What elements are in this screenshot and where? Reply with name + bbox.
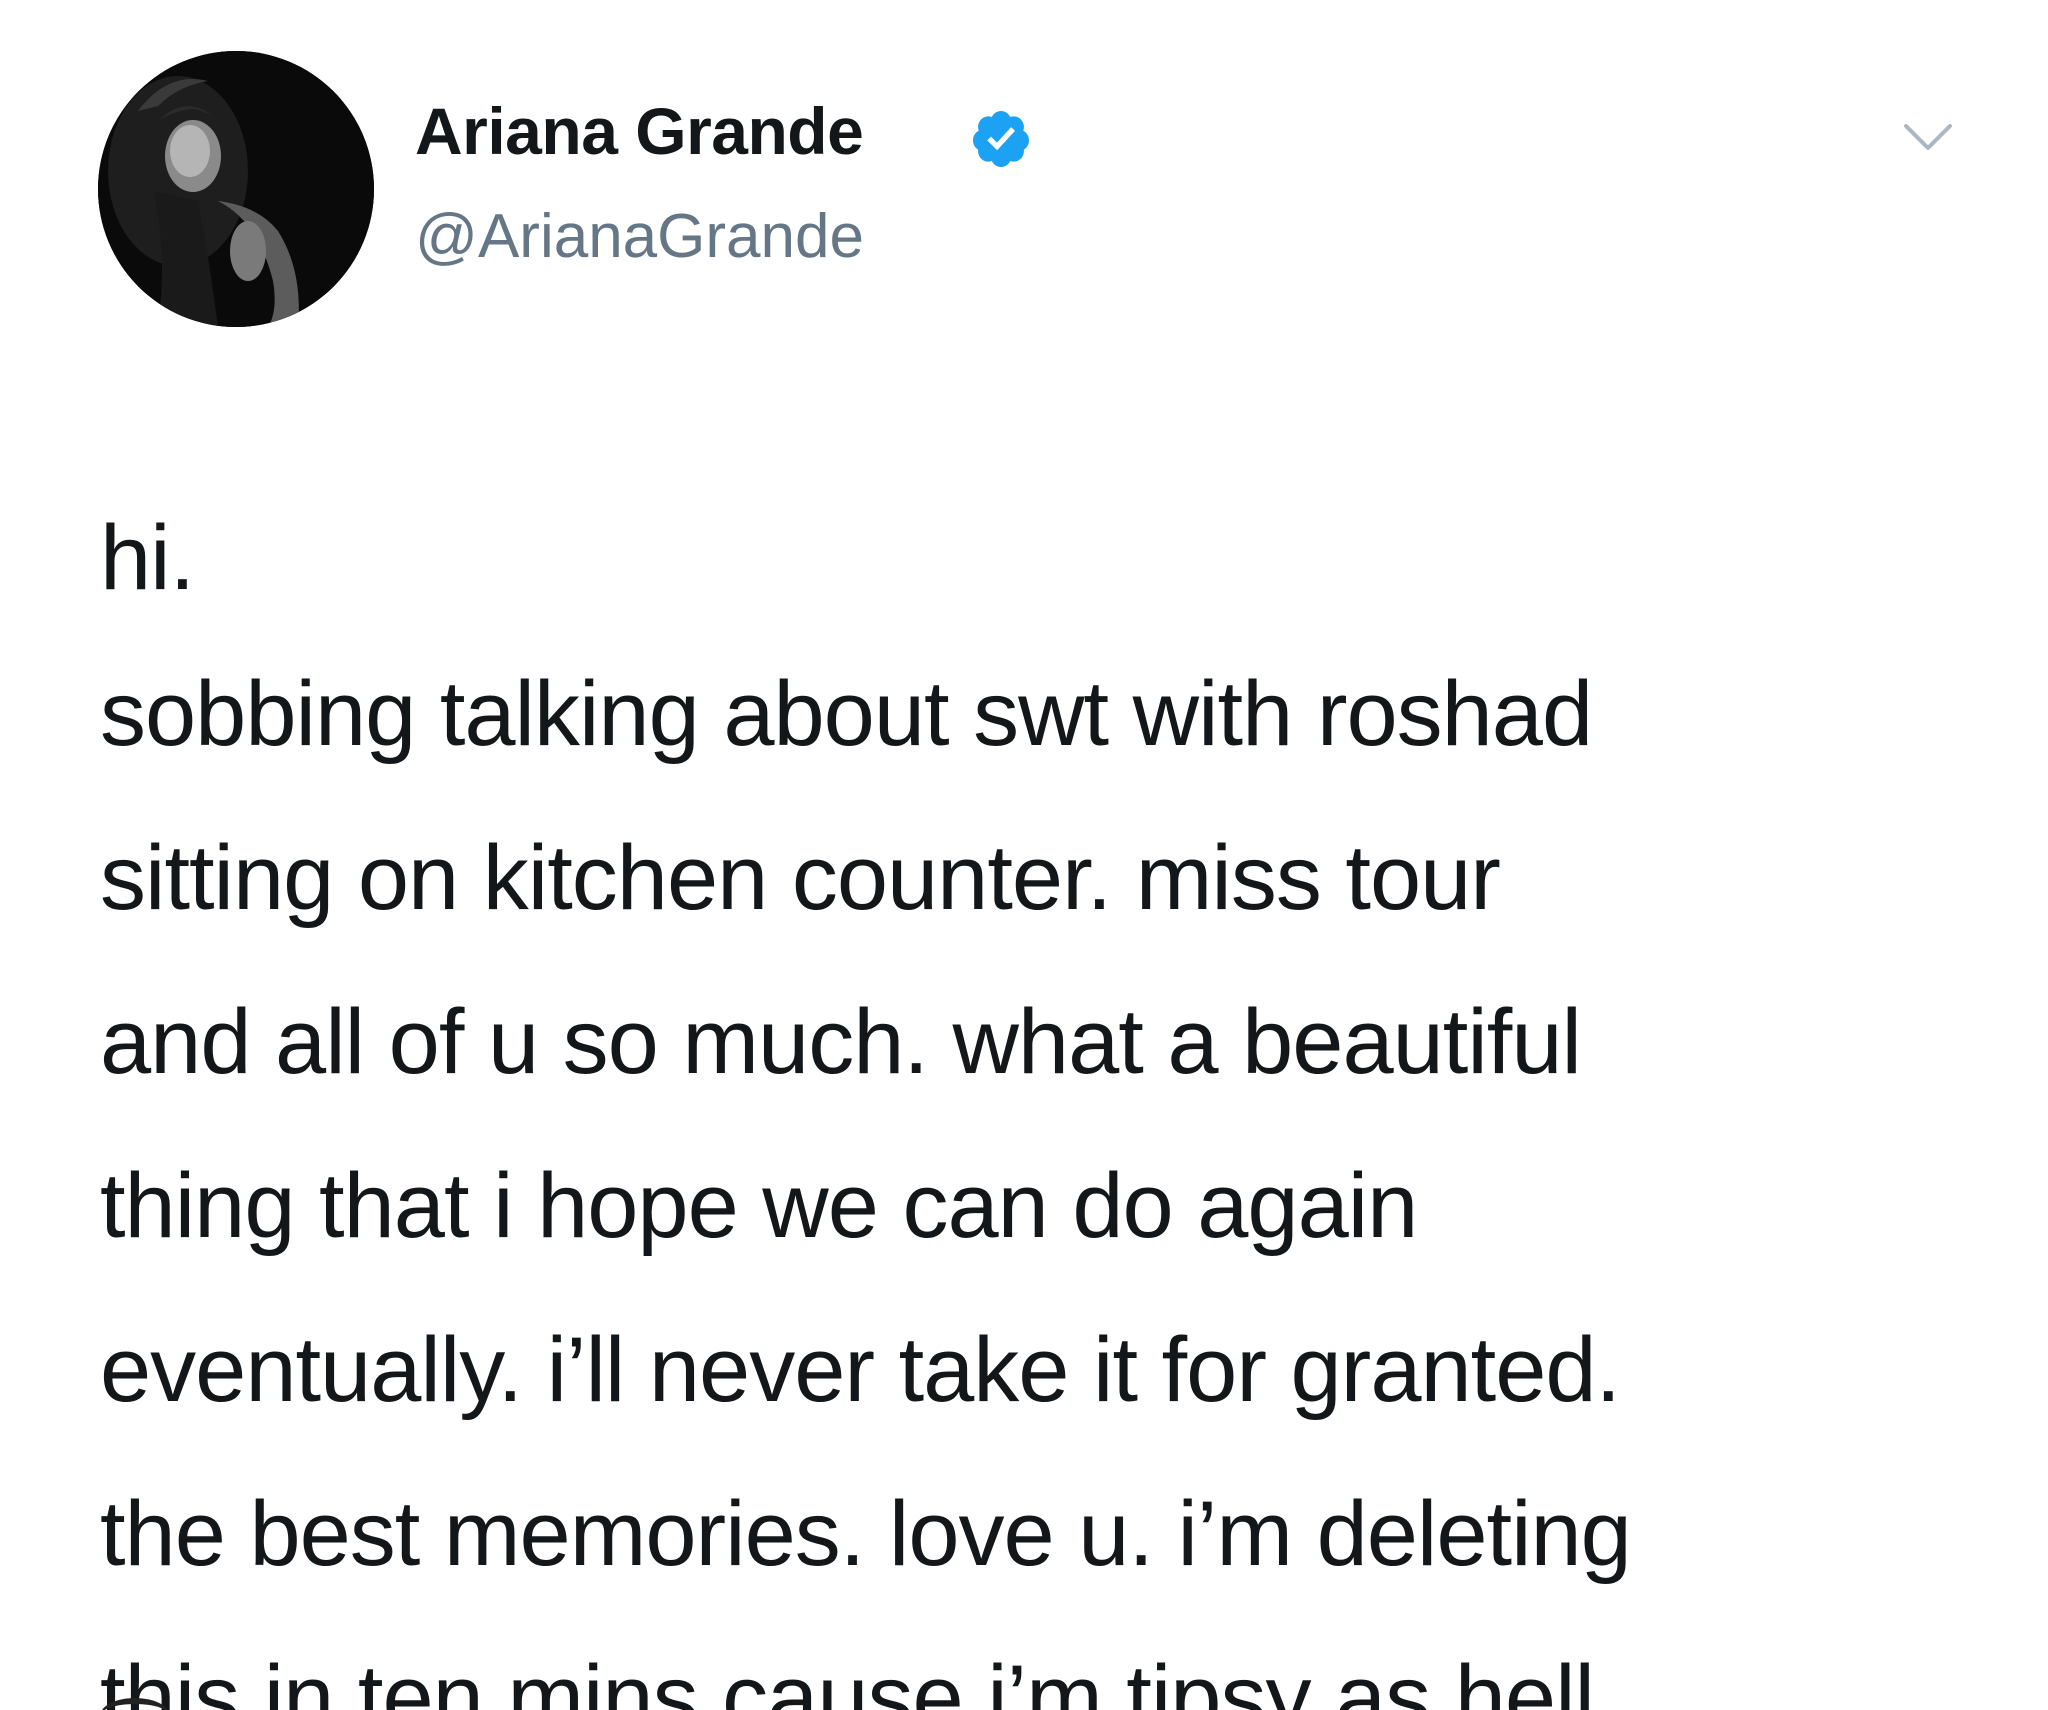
tweet-text-line: hi. bbox=[100, 507, 195, 609]
display-name[interactable]: Ariana Grande bbox=[415, 98, 864, 164]
tweet-text-line: this in ten mins cause i’m tipsy as hell… bbox=[100, 1647, 1620, 1710]
tweet-text: hi. sobbing talking about swt with rosha… bbox=[100, 476, 2000, 1710]
tweet-text-line: sobbing talking about swt with roshad bbox=[100, 663, 1593, 765]
chevron-down-icon[interactable] bbox=[1900, 118, 1956, 158]
verified-badge-icon bbox=[972, 111, 1029, 167]
tweet-text-line: sitting on kitchen counter. miss tour bbox=[100, 827, 1501, 929]
tweet-text-line: eventually. i’ll never take it for grant… bbox=[100, 1319, 1621, 1421]
avatar-photo bbox=[98, 51, 374, 327]
tweet-card: Ariana Grande @ArianaGrande hi. sobbing … bbox=[0, 0, 2048, 1710]
avatar[interactable] bbox=[98, 51, 374, 327]
tweet-text-line: the best memories. love u. i’m deleting bbox=[100, 1483, 1632, 1585]
tweet-text-line: thing that i hope we can do again bbox=[100, 1155, 1418, 1257]
tweet-text-line: and all of u so much. what a beautiful bbox=[100, 991, 1582, 1093]
handle[interactable]: @ArianaGrande bbox=[415, 206, 864, 268]
